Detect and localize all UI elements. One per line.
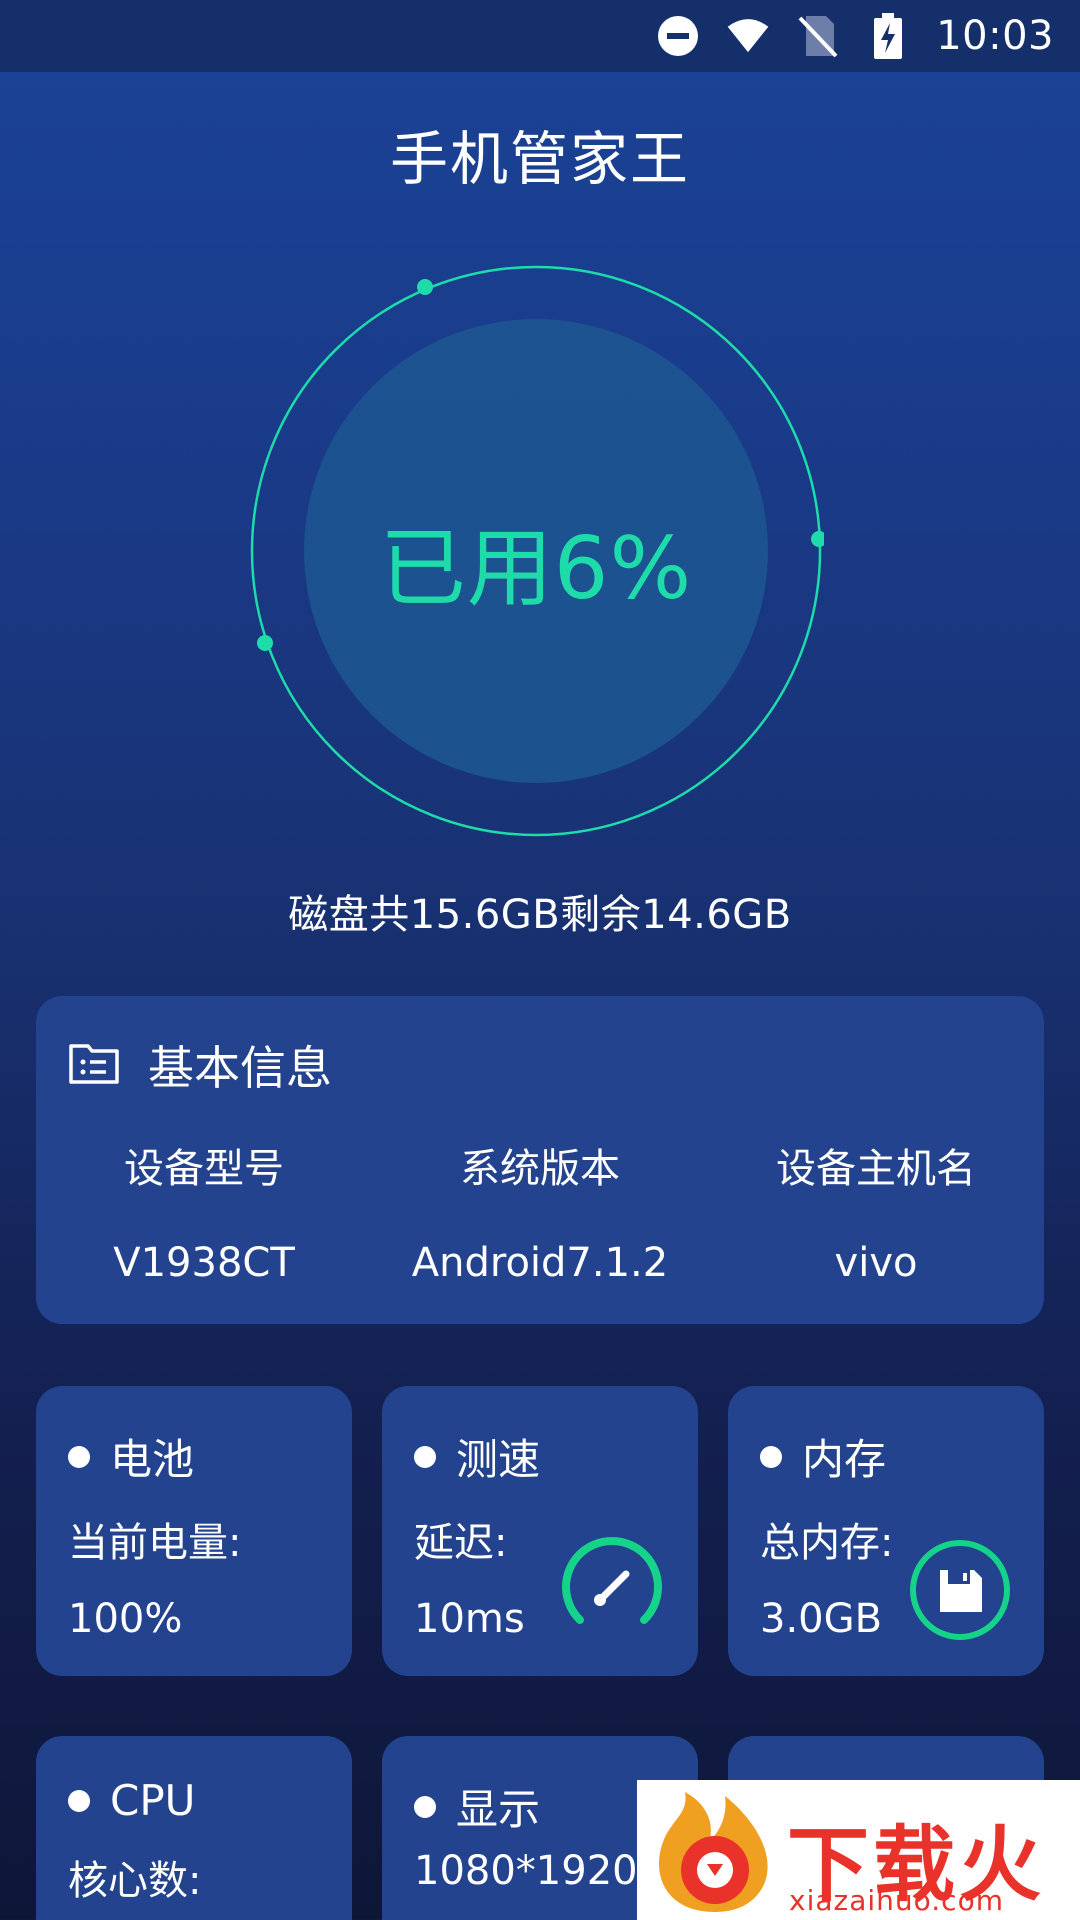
info-value: V1938CT (113, 1240, 295, 1286)
bullet-dot-icon (760, 1445, 782, 1468)
gauge-dot-top (417, 279, 433, 295)
basic-info-columns: 设备型号 V1938CT 系统版本 Android7.1.2 设备主机名 viv… (36, 1136, 1044, 1286)
info-label: 设备主机名 (776, 1146, 976, 1192)
tile-title: 测速 (456, 1435, 541, 1484)
disk-summary: 磁盘共15.6GB剩余14.6GB (288, 892, 792, 938)
battery-tile[interactable]: 电池 当前电量: 100% (36, 1386, 352, 1676)
speedometer-icon[interactable] (560, 1536, 664, 1640)
info-label: 系统版本 (460, 1146, 620, 1192)
watermark-logo: 下载火 xiazaihuo.com (637, 1780, 1080, 1920)
speed-test-tile[interactable]: 测速 延迟: 10ms (382, 1386, 698, 1676)
info-value: vivo (834, 1240, 918, 1286)
tile-value: 3.0GB (760, 1596, 883, 1642)
tile-key: 当前电量: (68, 1520, 242, 1566)
tile-title: 显示 (456, 1785, 541, 1834)
document-list-icon (68, 1041, 120, 1089)
flame-logo-icon (658, 1792, 768, 1912)
tile-header: 测速 (414, 1426, 540, 1487)
info-column: 系统版本 Android7.1.2 (372, 1136, 708, 1286)
tile-title: 内存 (802, 1435, 887, 1484)
battery-charging-icon (866, 13, 910, 59)
tile-key: 延迟: (414, 1520, 508, 1566)
info-value: Android7.1.2 (411, 1240, 669, 1286)
status-bar: 10:03 (0, 0, 1080, 72)
watermark-url: xiazaihuo.com (789, 1884, 1004, 1917)
tile-title: CPU (110, 1776, 196, 1825)
tile-title: 电池 (110, 1435, 195, 1484)
tile-value: 10ms (414, 1596, 525, 1642)
bullet-dot-icon (68, 1789, 90, 1812)
wifi-icon (726, 14, 770, 58)
tile-header: 电池 (68, 1426, 194, 1487)
status-time: 10:03 (936, 13, 1054, 59)
tile-header: 显示 (414, 1776, 540, 1837)
tile-value: 100% (68, 1596, 183, 1642)
cpu-tile[interactable]: CPU 核心数: (36, 1736, 352, 1920)
no-sim-icon (796, 14, 840, 58)
usage-percent-label: 已用6% (379, 519, 693, 619)
basic-info-header: 基本信息 (68, 1032, 332, 1098)
info-column: 设备主机名 vivo (708, 1136, 1044, 1286)
gauge-dot-left (257, 635, 273, 651)
tile-header: 内存 (760, 1426, 886, 1487)
tile-key: 核心数: (68, 1858, 202, 1904)
bullet-dot-icon (414, 1445, 436, 1468)
memory-tile[interactable]: 内存 总内存: 3.0GB (728, 1386, 1044, 1676)
info-label: 设备型号 (124, 1146, 284, 1192)
tile-key: 1080*1920 (414, 1848, 638, 1894)
tile-key: 总内存: (760, 1520, 894, 1566)
app-title: 手机管家王 (389, 125, 690, 193)
basic-info-title: 基本信息 (148, 1041, 332, 1095)
do-not-disturb-icon (656, 14, 700, 58)
info-column: 设备型号 V1938CT (36, 1136, 372, 1286)
bullet-dot-icon (68, 1445, 90, 1468)
basic-info-card: 基本信息 设备型号 V1938CT 系统版本 Android7.1.2 设备主机… (36, 996, 1044, 1324)
bullet-dot-icon (414, 1795, 436, 1818)
save-icon[interactable] (908, 1538, 1012, 1642)
tile-header: CPU (68, 1776, 195, 1825)
